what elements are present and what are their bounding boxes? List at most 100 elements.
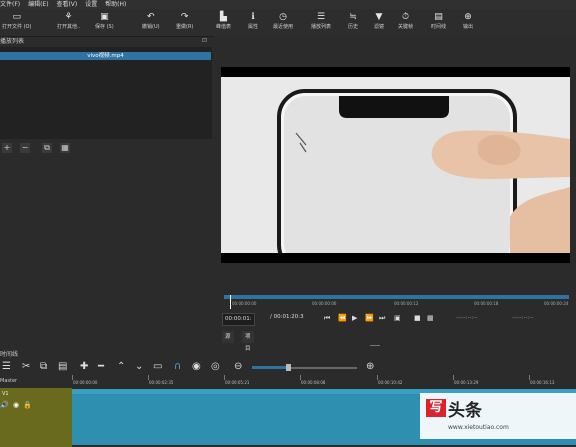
video-frame-image: [221, 77, 570, 263]
fast-forward-icon[interactable]: ⏩: [365, 314, 374, 322]
menu-file[interactable]: 文件(F): [0, 1, 20, 8]
playhead[interactable]: [230, 295, 231, 309]
skip-start-icon[interactable]: ⏮: [324, 314, 330, 323]
track-header-v1[interactable]: V1: [0, 388, 72, 447]
mute-icon[interactable]: 🔊: [0, 401, 9, 409]
cut-icon[interactable]: ✂: [22, 360, 30, 374]
track-controls: 🔊 ◉ 🔒: [0, 401, 32, 409]
timeline-icon: ▤: [434, 12, 443, 22]
remove-icon[interactable]: ━: [98, 360, 104, 374]
folder-icon: ▭: [12, 12, 21, 22]
paste-icon[interactable]: ▤: [58, 360, 67, 374]
menu-help[interactable]: 帮助(H): [105, 1, 126, 8]
list-icon: ☰: [316, 12, 326, 22]
playlist-list[interactable]: [0, 47, 212, 139]
master-track-label: Master: [0, 375, 72, 388]
timeline-ruler-label: 00:00:05:21: [225, 380, 250, 385]
menu-view[interactable]: 查看(V): [56, 1, 77, 8]
playlist-panel-title: 播放列表: [0, 37, 214, 46]
menu-edit[interactable]: 编辑(E): [28, 1, 48, 8]
play-icon[interactable]: ▶: [352, 314, 357, 322]
timeline-button[interactable]: ▤ 时间线: [431, 12, 446, 30]
lift-icon[interactable]: ⌃: [117, 360, 125, 374]
recent-button[interactable]: ◷ 最近使用: [273, 12, 293, 30]
export-icon: ⊕: [464, 12, 472, 22]
timeline-ruler[interactable]: 00:00:00:00 00:00:02:35 00:00:05:21 00:0…: [72, 375, 576, 388]
zoom-slider-handle[interactable]: [286, 364, 291, 371]
zoom-slider-fill: [252, 366, 288, 369]
redo-icon: ↷: [180, 12, 189, 22]
ruler-tick: 00:00:00:18: [474, 301, 499, 306]
keyframes-button[interactable]: ⏱ 关键帧: [398, 12, 413, 30]
watermark-logo: 写: [426, 399, 446, 417]
save-button[interactable]: ▣ 保存 (S): [95, 12, 114, 30]
menu-icon[interactable]: ☰: [2, 360, 11, 374]
rewind-icon[interactable]: ⏪: [338, 314, 347, 322]
zoom-out-icon[interactable]: ⊖: [234, 360, 242, 374]
undo-button[interactable]: ↶ 撤销(U): [142, 12, 160, 30]
timeline-panel-title: 时间线: [0, 351, 19, 358]
position-timecode[interactable]: 00:00:01:: [222, 313, 255, 326]
scrub-icon[interactable]: ◉: [192, 360, 201, 374]
ruler-tick: 00:00:00:24: [544, 301, 569, 306]
meter-icon: ▙: [220, 12, 227, 22]
playlist-button[interactable]: ☰ 播放列表: [311, 12, 331, 30]
in-point: --:--:--:--: [456, 315, 478, 321]
add-icon[interactable]: +: [2, 143, 12, 153]
zoom-in-icon[interactable]: ⊕: [366, 360, 374, 374]
grid-icon[interactable]: ▣: [394, 314, 401, 322]
properties-button[interactable]: ℹ 属性: [248, 12, 258, 30]
save-icon: ▣: [100, 12, 109, 22]
lock-icon[interactable]: 🔒: [23, 401, 32, 409]
video-preview: [221, 67, 570, 263]
tab-source[interactable]: 源: [222, 331, 234, 343]
panel-float-icon[interactable]: ⊡: [202, 37, 207, 44]
menu-bar: 文件(F) 编辑(E) 查看(V) 设置 帮助(H): [0, 0, 576, 9]
zoom-icon[interactable]: ▦: [427, 314, 434, 322]
open-file-button[interactable]: ▭ 打开文件 (O): [2, 12, 31, 30]
tab-project[interactable]: 项目: [242, 331, 254, 352]
info-icon: ℹ: [251, 12, 255, 22]
stopwatch-icon: ⏱: [401, 12, 410, 22]
duration-label: / 00:01:20:3: [270, 314, 304, 320]
redo-button[interactable]: ↷ 重做(R): [176, 12, 193, 30]
open-other-button[interactable]: ⚘ 打开其他..: [57, 12, 80, 30]
timeline-ruler-label: 00:00:13:29: [454, 380, 479, 385]
clock-icon: ◷: [279, 12, 287, 22]
watermark-url: www.xietoutiao.com: [448, 424, 509, 431]
timeline-ruler-label: 00:00:16:13: [530, 380, 555, 385]
view-icon[interactable]: ▦: [60, 143, 70, 153]
snap-icon[interactable]: ∩: [174, 360, 181, 374]
overwrite-icon[interactable]: ⌄: [135, 360, 143, 374]
playlist-toolbar: + − ⧉ ▦: [0, 141, 214, 155]
ripple-icon[interactable]: ◎: [211, 360, 220, 374]
skip-end-icon[interactable]: ⏭: [379, 314, 385, 323]
playlist-item[interactable]: vivo视频.mp4: [0, 52, 211, 60]
undo-icon: ↶: [147, 12, 155, 22]
update-icon[interactable]: ⧉: [42, 143, 52, 153]
menu-settings[interactable]: 设置: [85, 1, 97, 8]
timeline-ruler-label: 00:00:08:08: [301, 380, 326, 385]
scrub-progress: [224, 295, 569, 299]
filter-icon: ▼: [375, 12, 383, 22]
video-frame: [221, 77, 570, 263]
watermark-title: 头条: [448, 401, 482, 421]
player-scrubber[interactable]: 00:00:00:00 00:00:00:06 00:00:00:12 00:0…: [224, 295, 569, 309]
peak-meter-button[interactable]: ▙ 峰值表: [216, 12, 231, 30]
history-button[interactable]: ≒ 历史: [348, 12, 358, 30]
copy-icon[interactable]: ⧉: [40, 360, 47, 374]
history-icon: ≒: [349, 12, 357, 22]
export-button[interactable]: ⊕ 输出: [463, 12, 473, 30]
main-toolbar: ▭ 打开文件 (O) ⚘ 打开其他.. ▣ 保存 (S) ↶ 撤销(U) ↷ 重做(R) …: [0, 9, 576, 37]
filters-button[interactable]: ▼ 滤镜: [374, 12, 384, 30]
timeline-ruler-label: 00:00:02:35: [149, 380, 174, 385]
remove-icon[interactable]: −: [20, 143, 30, 153]
volume-icon[interactable]: ■: [414, 314, 421, 322]
timeline-ruler-label: 00:00:00:00: [73, 380, 98, 385]
split-icon[interactable]: ▭: [153, 360, 162, 374]
out-point: --:--:--:--: [512, 315, 534, 321]
eye-icon[interactable]: ◉: [13, 401, 19, 409]
append-icon[interactable]: ✚: [80, 360, 88, 374]
transport-controls: 00:00:01: / 00:01:20:3 ⏮ ⏪ ▶ ⏩ ⏭ ▣ ■ ▦ -…: [222, 313, 574, 327]
panel-splitter[interactable]: [370, 345, 380, 348]
